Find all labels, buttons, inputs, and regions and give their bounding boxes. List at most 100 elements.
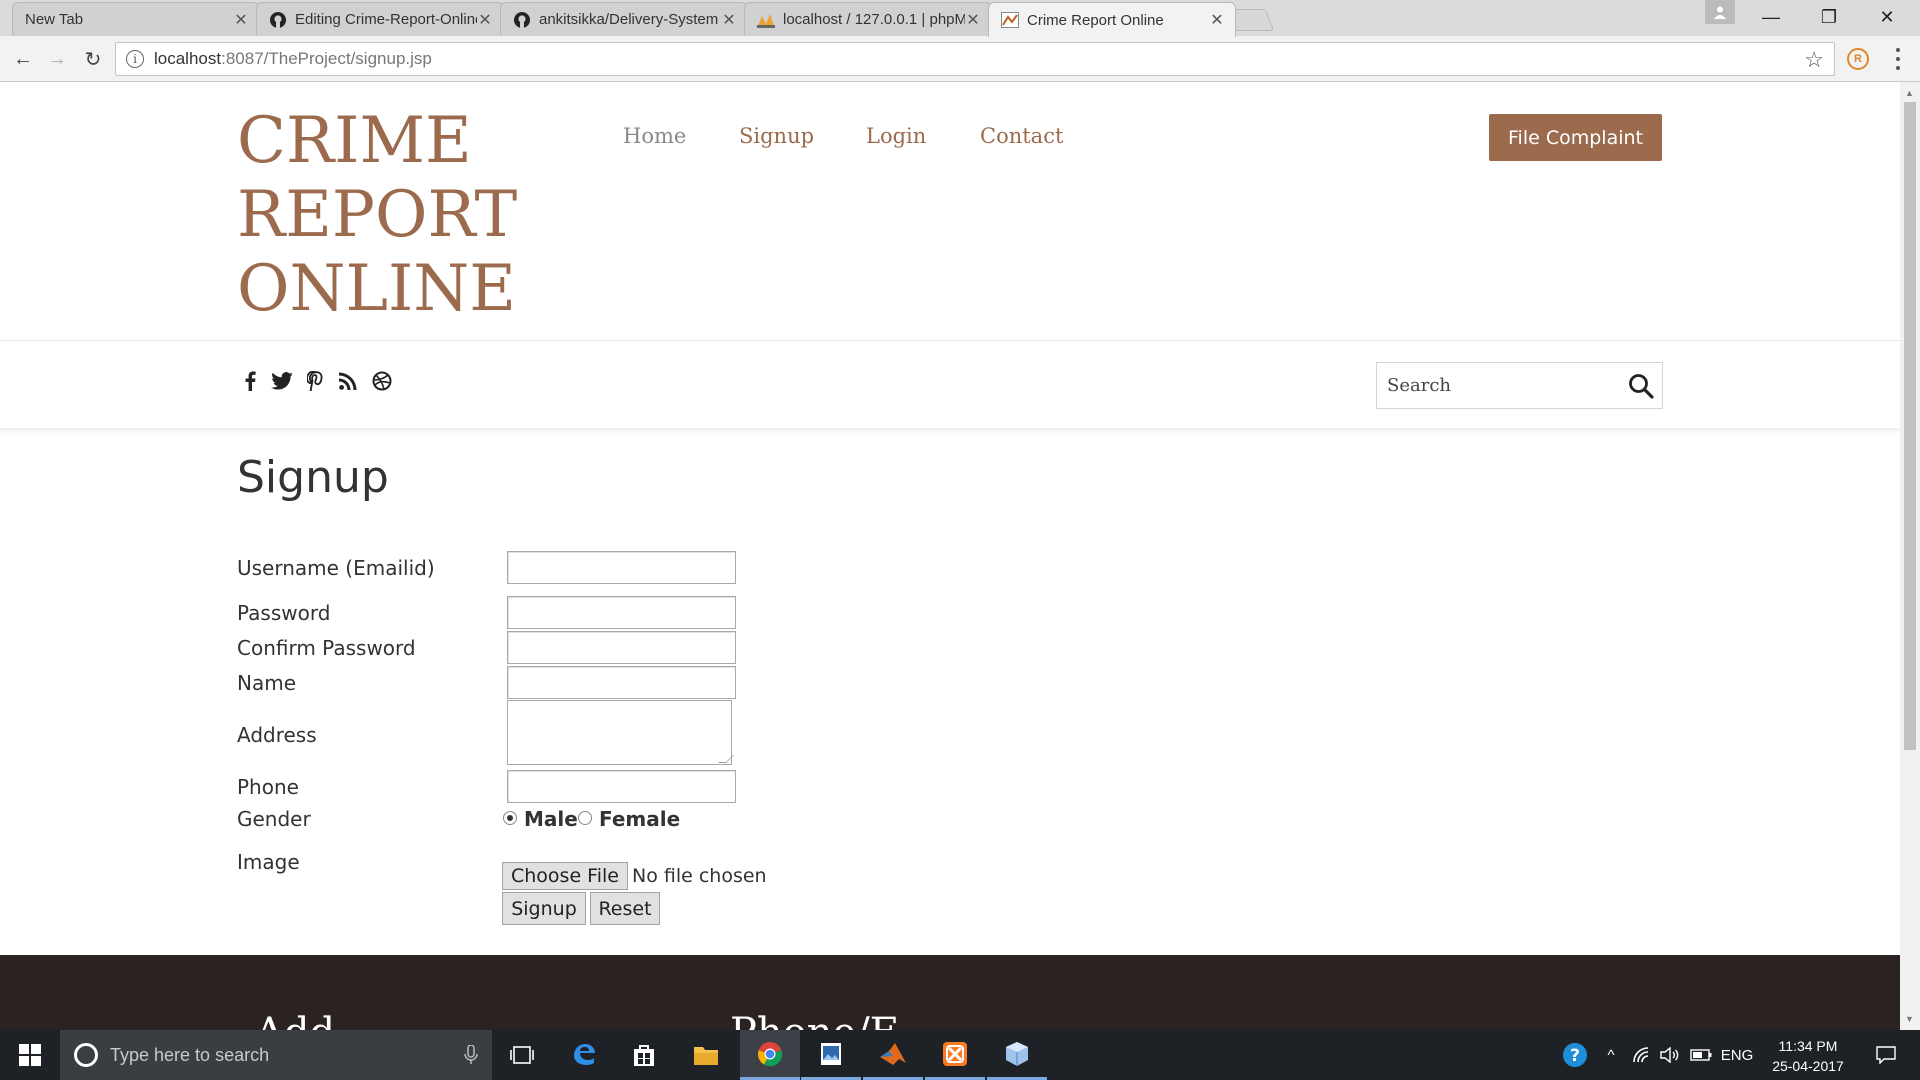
address-bar[interactable]: i localhost:8087/TheProject/signup.jsp ☆ bbox=[115, 42, 1835, 76]
chrome-menu-icon[interactable] bbox=[1890, 46, 1906, 72]
facebook-icon[interactable] bbox=[239, 370, 261, 392]
password-field[interactable] bbox=[507, 596, 736, 629]
photos-icon[interactable] bbox=[801, 1030, 861, 1080]
logo-line: REPORT bbox=[237, 178, 518, 252]
language-indicator[interactable]: ENG bbox=[1718, 1030, 1756, 1080]
chevron-up-icon[interactable]: ^ bbox=[1600, 1030, 1622, 1080]
windows-taskbar: Type here to search ? ^ ENG 11:34 PM 25-… bbox=[0, 1030, 1920, 1080]
xampp-icon[interactable] bbox=[925, 1030, 985, 1080]
username-label: Username (Emailid) bbox=[237, 556, 435, 580]
tab-crime-report-online[interactable]: Crime Report Online ✕ bbox=[988, 2, 1236, 37]
tab-title: Crime Report Online bbox=[1027, 11, 1164, 29]
name-field[interactable] bbox=[507, 666, 736, 699]
tab-title: ankitsikka/Delivery-System bbox=[539, 11, 719, 28]
file-complaint-button[interactable]: File Complaint bbox=[1489, 114, 1662, 161]
image-label: Image bbox=[237, 850, 300, 874]
github-icon bbox=[513, 11, 531, 29]
search-placeholder: Search bbox=[1387, 375, 1451, 396]
battery-icon[interactable] bbox=[1688, 1030, 1714, 1080]
close-icon[interactable]: ✕ bbox=[477, 10, 493, 30]
page-viewport: CRIME REPORT ONLINE Home Signup Login Co… bbox=[0, 82, 1900, 1030]
chrome-icon[interactable] bbox=[740, 1030, 800, 1080]
tab-new-tab[interactable]: New Tab ✕ bbox=[12, 2, 260, 36]
footer-heading-address: Add bbox=[255, 1010, 335, 1030]
site-footer: Add Phone/F bbox=[0, 955, 1900, 1030]
clock[interactable]: 11:34 PM 25-04-2017 bbox=[1756, 1036, 1860, 1076]
help-icon[interactable]: ? bbox=[1560, 1030, 1590, 1080]
nav-contact[interactable]: Contact bbox=[980, 124, 1063, 148]
clock-date: 25-04-2017 bbox=[1772, 1058, 1844, 1074]
forward-icon[interactable]: → bbox=[42, 44, 72, 74]
volume-icon[interactable] bbox=[1658, 1030, 1682, 1080]
url-path: :8087/TheProject/signup.jsp bbox=[221, 49, 432, 68]
bookmark-star-icon[interactable]: ☆ bbox=[1804, 47, 1824, 73]
taskbar-search-input[interactable]: Type here to search bbox=[60, 1030, 492, 1080]
rss-icon[interactable] bbox=[337, 370, 359, 392]
minimize-button[interactable]: — bbox=[1742, 0, 1800, 34]
windows-start-icon[interactable] bbox=[0, 1030, 60, 1080]
gender-female-radio[interactable] bbox=[578, 811, 592, 825]
password-label: Password bbox=[237, 601, 331, 625]
file-explorer-icon[interactable] bbox=[676, 1030, 736, 1080]
nav-login[interactable]: Login bbox=[866, 124, 926, 148]
dribbble-icon[interactable] bbox=[371, 370, 393, 392]
logo-line: CRIME bbox=[237, 104, 472, 178]
close-icon[interactable]: ✕ bbox=[721, 10, 737, 30]
network-icon[interactable] bbox=[1630, 1030, 1654, 1080]
tab-editing-crime-report[interactable]: Editing Crime-Report-Online ✕ bbox=[256, 2, 504, 36]
gender-male-radio[interactable] bbox=[503, 811, 517, 825]
signup-button[interactable]: Signup bbox=[502, 892, 586, 925]
close-icon[interactable]: ✕ bbox=[233, 10, 249, 30]
matlab-icon[interactable] bbox=[863, 1030, 923, 1080]
gender-male-label[interactable]: Male bbox=[524, 807, 578, 831]
close-icon[interactable]: ✕ bbox=[965, 10, 981, 30]
tab-phpmyadmin[interactable]: localhost / 127.0.0.1 | phpMyAdmin ✕ bbox=[744, 2, 992, 36]
search-icon[interactable] bbox=[1628, 373, 1654, 404]
pinterest-icon[interactable] bbox=[304, 370, 326, 392]
restore-button[interactable]: ❐ bbox=[1800, 0, 1858, 34]
footer-heading-phone: Phone/F bbox=[730, 1010, 897, 1030]
store-icon[interactable] bbox=[614, 1030, 674, 1080]
phpmyadmin-icon bbox=[757, 11, 775, 29]
info-icon[interactable]: i bbox=[126, 50, 144, 68]
resize-handle[interactable] bbox=[718, 755, 734, 763]
phone-label: Phone bbox=[237, 775, 299, 799]
task-view-icon[interactable] bbox=[492, 1030, 552, 1080]
confirm-password-field[interactable] bbox=[507, 631, 736, 664]
gender-label: Gender bbox=[237, 807, 311, 831]
page-scrollbar[interactable]: ▲ ▼ bbox=[1900, 82, 1920, 1030]
address-field[interactable] bbox=[507, 700, 734, 765]
gender-female-label[interactable]: Female bbox=[599, 807, 680, 831]
tab-title: Editing Crime-Report-Online bbox=[295, 11, 477, 28]
phone-field[interactable] bbox=[507, 770, 736, 803]
username-field[interactable] bbox=[507, 551, 736, 584]
scroll-up-icon[interactable]: ▲ bbox=[1905, 88, 1914, 98]
choose-file-button[interactable]: Choose File bbox=[502, 862, 628, 890]
url-host: localhost bbox=[154, 49, 222, 68]
extension-icon[interactable]: R bbox=[1847, 48, 1869, 70]
clock-time: 11:34 PM bbox=[1778, 1038, 1838, 1054]
microphone-icon[interactable] bbox=[464, 1044, 478, 1070]
browser-tab-strip: New Tab ✕ Editing Crime-Report-Online ✕ … bbox=[0, 0, 1920, 37]
reset-button[interactable]: Reset bbox=[590, 892, 660, 925]
reload-icon[interactable]: ↻ bbox=[78, 44, 108, 74]
close-icon[interactable]: ✕ bbox=[1209, 10, 1225, 30]
tab-delivery-system[interactable]: ankitsikka/Delivery-System ✕ bbox=[500, 2, 748, 36]
taskbar-search-placeholder: Type here to search bbox=[110, 1044, 270, 1065]
nav-home[interactable]: Home bbox=[623, 124, 686, 148]
close-window-button[interactable]: ✕ bbox=[1858, 0, 1916, 34]
edge-icon[interactable] bbox=[554, 1030, 614, 1080]
address-label: Address bbox=[237, 723, 317, 747]
name-label: Name bbox=[237, 671, 297, 695]
site-logo[interactable]: CRIME REPORT ONLINE bbox=[237, 104, 517, 326]
site-icon bbox=[1001, 11, 1019, 29]
profile-icon[interactable] bbox=[1705, 0, 1735, 24]
virtualbox-icon[interactable] bbox=[987, 1030, 1047, 1080]
scroll-down-icon[interactable]: ▼ bbox=[1905, 1014, 1914, 1024]
twitter-icon[interactable] bbox=[271, 370, 293, 392]
back-icon[interactable]: ← bbox=[8, 44, 38, 74]
scrollbar-thumb[interactable] bbox=[1904, 102, 1916, 750]
search-input[interactable]: Search bbox=[1376, 362, 1663, 409]
notifications-icon[interactable] bbox=[1866, 1030, 1906, 1080]
nav-signup[interactable]: Signup bbox=[739, 124, 814, 148]
